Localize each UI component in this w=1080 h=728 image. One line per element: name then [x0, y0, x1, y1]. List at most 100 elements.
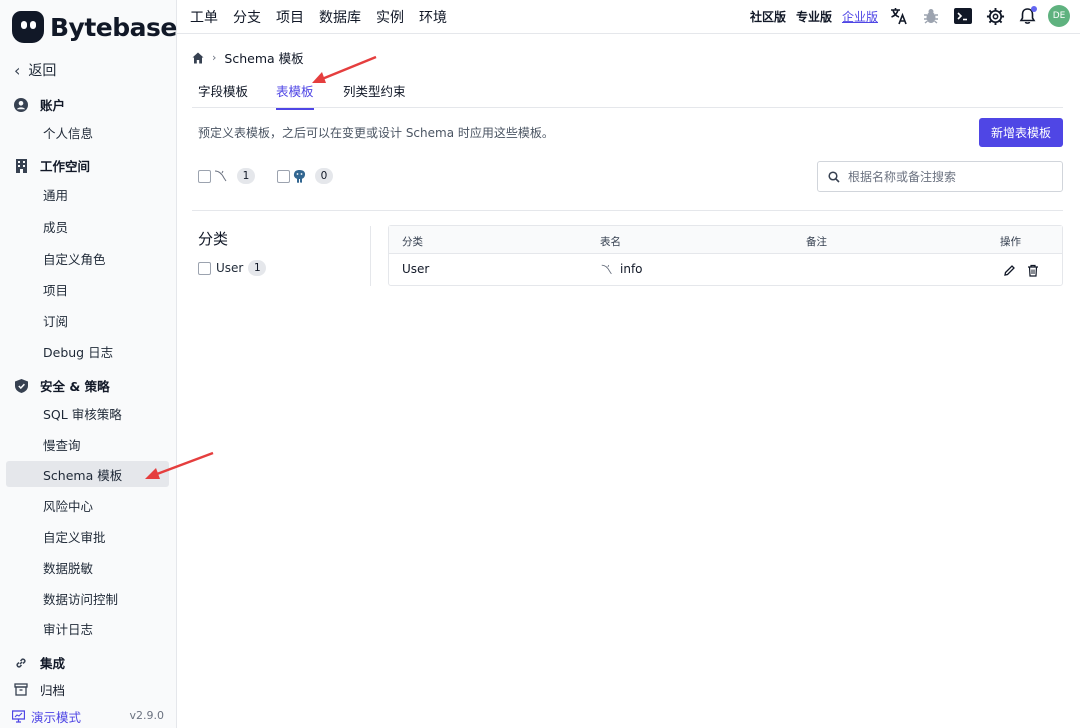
search-box[interactable] [817, 161, 1063, 192]
chevron-right-icon: › [212, 51, 217, 64]
mysql-icon [600, 263, 614, 276]
archive-icon [14, 683, 28, 697]
top-bar: 工单 分支 项目 数据库 实例 环境 社区版 专业版 企业版 DE [177, 0, 1080, 34]
translate-icon[interactable] [888, 5, 910, 27]
sidebar-group-account[interactable]: 账户 [14, 95, 65, 114]
link-icon [14, 656, 28, 670]
bell-icon[interactable] [1016, 5, 1038, 27]
sidebar-item-profile[interactable]: 个人信息 [6, 119, 169, 145]
sidebar-item-custom-roles[interactable]: 自定义角色 [6, 245, 169, 271]
terminal-icon[interactable] [952, 5, 974, 27]
category-title: 分类 [198, 230, 229, 248]
breadcrumb-current: Schema 模板 [224, 51, 304, 66]
gear-icon[interactable] [984, 5, 1006, 27]
table-row[interactable]: User info [389, 254, 1062, 285]
table-header: 分类 表名 备注 操作 [389, 226, 1062, 254]
add-table-template-button[interactable]: 新增表模板 [979, 118, 1063, 147]
avatar[interactable]: DE [1048, 5, 1070, 27]
page-description: 预定义表模板，之后可以在变更或设计 Schema 时应用这些模板。 [198, 126, 554, 140]
top-nav-databases[interactable]: 数据库 [319, 7, 361, 27]
logo-text: Bytebase [50, 12, 177, 42]
shield-icon [14, 378, 28, 393]
logo[interactable]: Bytebase [12, 10, 177, 44]
template-tabs: 字段模板 表模板 列类型约束 [192, 75, 1063, 110]
template-table: 分类 表名 备注 操作 User info [388, 225, 1063, 286]
sidebar-group-label: 归档 [40, 683, 66, 698]
breadcrumb: › Schema 模板 [192, 48, 304, 67]
presentation-icon [12, 710, 25, 723]
back-button[interactable]: ‹ 返回 [14, 60, 56, 80]
postgres-filter-checkbox[interactable] [277, 169, 290, 183]
mysql-filter-checkbox[interactable] [198, 169, 211, 183]
header-comment: 备注 [806, 236, 827, 248]
top-nav-issues[interactable]: 工单 [190, 7, 218, 27]
demo-mode-button[interactable]: 演示模式 [12, 707, 81, 726]
demo-mode-label: 演示模式 [31, 710, 82, 725]
category-label: User [216, 261, 244, 275]
back-label: 返回 [28, 63, 57, 79]
top-nav-instances[interactable]: 实例 [376, 7, 404, 27]
sidebar-item-sql-review[interactable]: SQL 审核策略 [6, 400, 169, 426]
mysql-icon [213, 169, 229, 183]
sidebar-item-subscription[interactable]: 订阅 [6, 307, 169, 333]
search-input[interactable] [848, 169, 1048, 184]
search-icon [828, 170, 840, 183]
sidebar-item-audit-log[interactable]: 审计日志 [6, 615, 169, 641]
header-category: 分类 [402, 236, 423, 248]
top-nav-branches[interactable]: 分支 [233, 7, 261, 27]
trash-icon[interactable] [1025, 262, 1041, 278]
row-table-name: info [620, 262, 643, 276]
panel-separator [370, 226, 371, 286]
chevron-left-icon: ‹ [14, 60, 21, 80]
sidebar-item-debug-log[interactable]: Debug 日志 [6, 338, 169, 364]
sidebar-group-label: 集成 [40, 656, 66, 671]
content-divider [192, 210, 1063, 211]
sidebar-group-label: 安全 & 策略 [40, 379, 110, 394]
plan-community[interactable]: 社区版 [750, 8, 786, 25]
building-icon [14, 158, 28, 173]
category-checkbox[interactable] [198, 261, 211, 275]
top-nav-environments[interactable]: 环境 [419, 7, 447, 27]
sidebar-group-workspace[interactable]: 工作空间 [14, 156, 90, 175]
row-category: User [402, 262, 430, 276]
sidebar-item-slow-query[interactable]: 慢查询 [6, 431, 169, 457]
sidebar-item-projects[interactable]: 项目 [6, 276, 169, 302]
tab-table-template[interactable]: 表模板 [276, 81, 314, 110]
sidebar-group-label: 账户 [40, 98, 66, 113]
user-circle-icon [14, 97, 28, 112]
header-actions: 操作 [1000, 236, 1021, 248]
sidebar-group-integration[interactable]: 集成 [14, 653, 65, 672]
sidebar-item-data-masking[interactable]: 数据脱敏 [6, 554, 169, 580]
postgres-icon [292, 169, 307, 184]
bytebase-logo-icon [12, 11, 44, 43]
sidebar-item-general[interactable]: 通用 [6, 181, 169, 207]
top-nav: 工单 分支 项目 数据库 实例 环境 [190, 7, 447, 27]
row-actions [1001, 262, 1041, 278]
top-nav-projects[interactable]: 项目 [276, 7, 304, 27]
home-icon[interactable] [192, 52, 204, 64]
row-table-name-cell: info [600, 262, 643, 276]
tab-field-template[interactable]: 字段模板 [198, 81, 248, 108]
sidebar-item-custom-approval[interactable]: 自定义审批 [6, 523, 169, 549]
sidebar-group-security[interactable]: 安全 & 策略 [14, 376, 110, 395]
plan-enterprise[interactable]: 企业版 [842, 8, 878, 25]
sidebar-group-label: 工作空间 [40, 159, 91, 174]
sidebar-item-members[interactable]: 成员 [6, 213, 169, 239]
sidebar-item-schema-template[interactable]: Schema 模板 [6, 461, 169, 487]
bug-icon[interactable] [920, 5, 942, 27]
edit-icon[interactable] [1001, 262, 1017, 278]
tab-column-type-constraint[interactable]: 列类型约束 [343, 81, 406, 108]
header-table-name: 表名 [600, 236, 621, 248]
category-count-badge: 1 [248, 260, 267, 276]
category-item-user[interactable]: User 1 [198, 260, 267, 276]
sidebar: Bytebase ‹ 返回 账户 个人信息 工作空间 通用 成员 自定义角色 项… [0, 0, 177, 728]
sidebar-item-data-access-control[interactable]: 数据访问控制 [6, 585, 169, 611]
version-label: v2.9.0 [129, 709, 165, 722]
plan-team[interactable]: 专业版 [796, 8, 832, 25]
sidebar-group-archive[interactable]: 归档 [14, 680, 65, 699]
engine-filters: 1 0 [198, 168, 333, 184]
sidebar-item-risk-center[interactable]: 风险中心 [6, 492, 169, 518]
postgres-count-badge: 0 [315, 168, 333, 184]
top-right-actions: 社区版 专业版 企业版 DE [750, 5, 1070, 27]
mysql-count-badge: 1 [237, 168, 255, 184]
